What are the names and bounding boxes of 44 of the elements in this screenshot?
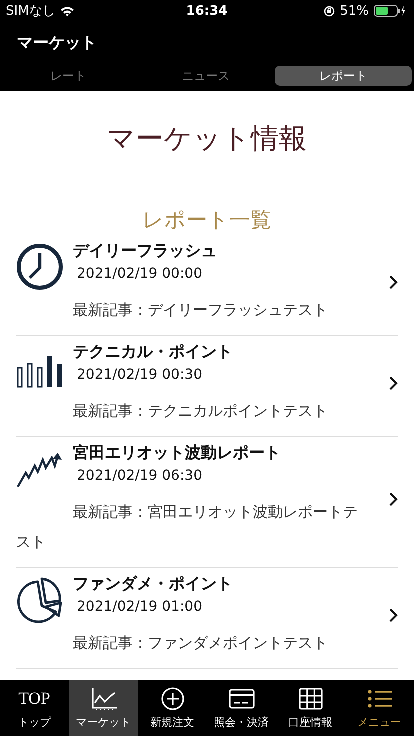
battery-icon xyxy=(374,5,406,17)
tab-bar-item[interactable]: メニュー xyxy=(345,680,414,736)
menu-icon xyxy=(366,688,392,710)
report-date: 2021/02/19 00:30 xyxy=(76,366,202,385)
tab-bar-item[interactable]: TOP トップ xyxy=(0,680,69,736)
report-date: 2021/02/19 01:00 xyxy=(76,598,202,617)
report-title: 宮田エリオット波動レポート xyxy=(73,442,281,464)
report-row[interactable]: 宮田エリオット波動レポート 2021/02/19 06:30 最新記事：宮田エリオット波動レポートテスト xyxy=(16,437,398,568)
tab-bar-item[interactable]: マーケット xyxy=(69,680,138,736)
report-date: 2021/02/19 06:30 xyxy=(76,467,202,486)
plus-circle-icon xyxy=(160,687,184,711)
wifi-icon xyxy=(60,6,76,16)
segment-tab[interactable]: レート xyxy=(0,66,138,86)
chevron-right-icon xyxy=(389,492,398,506)
report-date: 2021/02/19 00:00 xyxy=(76,265,202,284)
report-row[interactable]: テクニカル・ポイント 2021/02/19 00:30 最新記事：テクニカルポイントテスト xyxy=(16,336,398,437)
carrier-label: SIMなし xyxy=(6,3,56,20)
rotation-lock-icon xyxy=(324,6,336,16)
status-time: 16:34 xyxy=(186,4,228,18)
page-title: マーケット情報 xyxy=(107,121,307,157)
report-title: デイリーフラッシュ xyxy=(73,240,217,262)
report-row[interactable]: デイリーフラッシュ 2021/02/19 00:00 最新記事：デイリーフラッシュテスト xyxy=(16,235,398,336)
latest-article: 最新記事：ファンダメポイントテスト xyxy=(72,633,329,654)
screen-title: マーケット xyxy=(16,32,97,54)
section-title: レポート一覧 xyxy=(142,207,272,234)
segment-tab[interactable]: レポート xyxy=(274,66,412,86)
grid-icon xyxy=(298,688,322,710)
latest-article: 最新記事：宮田エリオット波動レポートテスト xyxy=(16,502,359,553)
pie-chart-icon xyxy=(16,576,64,624)
report-row[interactable]: ファンダメ・ポイント 2021/02/19 01:00 最新記事：ファンダメポイントテスト xyxy=(16,568,398,669)
chevron-right-icon xyxy=(389,608,398,622)
report-title: ファンダメ・ポイント xyxy=(73,573,233,595)
clock-icon xyxy=(16,243,64,291)
tab-bar-item[interactable]: 新規注文 xyxy=(138,680,207,736)
segment-tab[interactable]: ニュース xyxy=(137,66,275,86)
card-icon xyxy=(228,688,254,710)
latest-article: 最新記事：テクニカルポイントテスト xyxy=(72,401,329,422)
tab-bar-item[interactable]: 照会・決済 xyxy=(207,680,276,736)
chevron-right-icon xyxy=(389,274,398,290)
latest-article: 最新記事：デイリーフラッシュテスト xyxy=(72,300,329,321)
tab-bar-item[interactable]: 口座情報 xyxy=(276,680,345,736)
report-title: テクニカル・ポイント xyxy=(73,341,233,363)
chevron-right-icon xyxy=(389,376,398,390)
battery-percent: 51% xyxy=(340,4,369,18)
